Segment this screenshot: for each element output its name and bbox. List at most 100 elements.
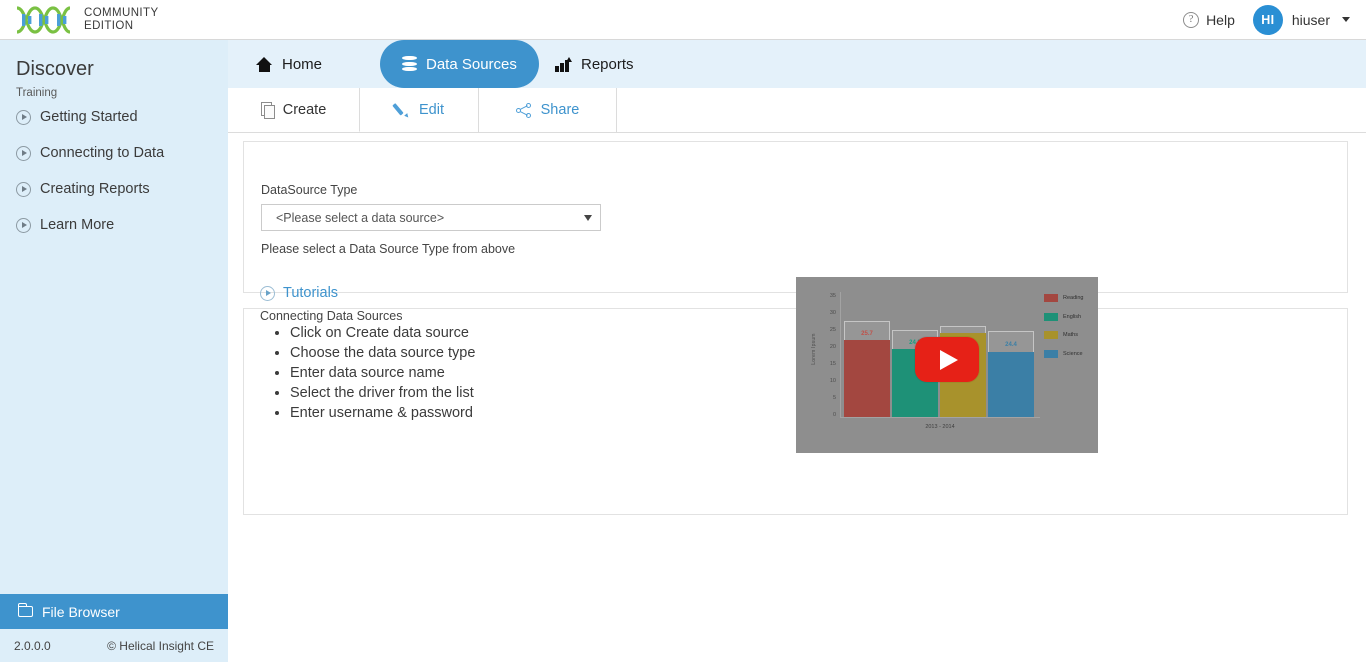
folder-icon bbox=[18, 606, 33, 617]
list-item: Choose the data source type bbox=[290, 343, 475, 363]
play-circle-icon bbox=[16, 110, 31, 125]
legend-entry-science: Science bbox=[1044, 350, 1098, 358]
youtube-play-icon[interactable] bbox=[915, 337, 979, 382]
subtab-edit[interactable]: Edit bbox=[360, 88, 479, 132]
legend-entry-english: English bbox=[1044, 313, 1098, 321]
chart-legend: Reading English Maths Science bbox=[1044, 294, 1098, 368]
sidebar-item-label: Creating Reports bbox=[40, 181, 150, 197]
datasource-type-selected-value: <Please select a data source> bbox=[276, 211, 444, 225]
application-window: COMMUNITY EDITION ? Help HI hiuser Disco… bbox=[0, 0, 1366, 662]
bar-value-label: 25.7 bbox=[844, 331, 890, 337]
home-icon bbox=[256, 57, 273, 72]
tutorials-subheading: Connecting Data Sources bbox=[260, 309, 402, 323]
caret-down-icon bbox=[584, 215, 592, 221]
file-browser-label: File Browser bbox=[42, 604, 120, 620]
tab-label: Home bbox=[282, 56, 322, 73]
user-name-label: hiuser bbox=[1292, 12, 1330, 28]
y-tick-label: 5 bbox=[820, 395, 836, 401]
sidebar-item-creating-reports[interactable]: Creating Reports bbox=[0, 171, 228, 207]
tab-data-sources[interactable]: Data Sources bbox=[380, 40, 539, 88]
y-tick-label: 30 bbox=[820, 310, 836, 316]
copyright-label: © Helical Insight CE bbox=[107, 639, 228, 653]
chart-x-axis-label: 2013 - 2014 bbox=[840, 424, 1040, 430]
sub-tab-bar: Create Edit Share bbox=[228, 88, 1366, 133]
help-button[interactable]: ? Help bbox=[1183, 12, 1235, 28]
main-tab-strip: Reports Home Data Sources bbox=[228, 40, 1366, 88]
list-item: Enter username & password bbox=[290, 403, 475, 423]
sidebar-subtitle: Training bbox=[0, 81, 228, 99]
y-tick-label: 10 bbox=[820, 378, 836, 384]
avatar: HI bbox=[1253, 5, 1283, 35]
tab-reports[interactable]: Reports bbox=[535, 40, 654, 88]
sidebar-item-learn-more[interactable]: Learn More bbox=[0, 207, 228, 243]
brand-line-1: COMMUNITY bbox=[84, 7, 159, 20]
y-tick-label: 35 bbox=[820, 293, 836, 299]
brand-line-2: EDITION bbox=[84, 20, 159, 33]
legend-label: English bbox=[1063, 314, 1081, 320]
header-actions: ? Help HI hiuser bbox=[1183, 5, 1366, 35]
y-tick-label: 25 bbox=[820, 327, 836, 333]
legend-entry-reading: Reading bbox=[1044, 294, 1098, 302]
sidebar-footer: 2.0.0.0 © Helical Insight CE bbox=[0, 629, 228, 662]
sidebar-item-connecting-to-data[interactable]: Connecting to Data bbox=[0, 135, 228, 171]
database-icon bbox=[402, 56, 417, 72]
share-nodes-icon bbox=[516, 103, 532, 118]
list-item: Enter data source name bbox=[290, 363, 475, 383]
brand-title: COMMUNITY EDITION bbox=[84, 7, 159, 33]
chart-y-axis-title: Lorem Ipsum bbox=[811, 319, 817, 379]
subtab-label: Share bbox=[541, 102, 580, 118]
sidebar-item-label: Learn More bbox=[40, 217, 114, 233]
subtab-share[interactable]: Share bbox=[479, 88, 617, 132]
legend-swatch bbox=[1044, 331, 1058, 339]
y-tick-label: 15 bbox=[820, 361, 836, 367]
play-circle-icon bbox=[16, 218, 31, 233]
datasource-hint-text: Please select a Data Source Type from ab… bbox=[261, 242, 515, 256]
y-tick-label: 20 bbox=[820, 344, 836, 350]
subtab-create[interactable]: Create bbox=[228, 88, 360, 132]
brand-logo-area[interactable]: COMMUNITY EDITION bbox=[0, 5, 159, 35]
list-item: Select the driver from the list bbox=[290, 383, 475, 403]
legend-swatch bbox=[1044, 294, 1058, 302]
legend-label: Maths bbox=[1063, 332, 1078, 338]
caret-down-icon bbox=[1342, 17, 1350, 22]
tutorial-video-thumbnail[interactable]: Lorem Ipsum 0 5 10 15 20 25 30 35 25.7 bbox=[796, 277, 1098, 453]
bar-value-label: 24.4 bbox=[988, 342, 1034, 348]
legend-swatch bbox=[1044, 313, 1058, 321]
bar-reading bbox=[844, 340, 890, 417]
play-circle-icon bbox=[260, 286, 275, 301]
help-label: Help bbox=[1206, 12, 1235, 28]
datasource-type-card: DataSource Type <Please select a data so… bbox=[243, 141, 1348, 293]
bar-chart-icon bbox=[555, 57, 572, 72]
subtab-label: Create bbox=[283, 102, 327, 118]
tutorial-steps-list: Click on Create data source Choose the d… bbox=[264, 323, 475, 423]
bar-science bbox=[988, 352, 1034, 417]
pencil-icon bbox=[394, 102, 410, 118]
sidebar-title: Discover bbox=[0, 40, 228, 81]
main-content: DataSource Type <Please select a data so… bbox=[228, 133, 1366, 662]
tab-home[interactable]: Home bbox=[236, 40, 342, 88]
sidebar-item-file-browser[interactable]: File Browser bbox=[0, 594, 228, 629]
legend-swatch bbox=[1044, 350, 1058, 358]
subtab-label: Edit bbox=[419, 102, 444, 118]
sidebar-item-label: Getting Started bbox=[40, 109, 138, 125]
tutorials-heading-link[interactable]: Tutorials bbox=[260, 285, 338, 301]
datasource-type-select[interactable]: <Please select a data source> bbox=[261, 204, 601, 231]
user-menu[interactable]: HI hiuser bbox=[1253, 5, 1350, 35]
legend-label: Reading bbox=[1063, 295, 1084, 301]
legend-label: Science bbox=[1063, 351, 1083, 357]
legend-entry-maths: Maths bbox=[1044, 331, 1098, 339]
sidebar-item-getting-started[interactable]: Getting Started bbox=[0, 99, 228, 135]
sidebar: Discover Training Getting Started Connec… bbox=[0, 40, 228, 662]
play-circle-icon bbox=[16, 182, 31, 197]
sidebar-item-label: Connecting to Data bbox=[40, 145, 164, 161]
dna-helix-logo-icon bbox=[14, 5, 72, 35]
play-circle-icon bbox=[16, 146, 31, 161]
y-tick-label: 0 bbox=[820, 412, 836, 418]
datasource-type-label: DataSource Type bbox=[261, 183, 357, 197]
tab-label: Data Sources bbox=[426, 56, 517, 73]
top-header-bar: COMMUNITY EDITION ? Help HI hiuser bbox=[0, 0, 1366, 40]
document-copy-icon bbox=[261, 102, 274, 117]
tab-label: Reports bbox=[581, 56, 634, 73]
tutorials-heading-label: Tutorials bbox=[283, 285, 338, 301]
list-item: Click on Create data source bbox=[290, 323, 475, 343]
